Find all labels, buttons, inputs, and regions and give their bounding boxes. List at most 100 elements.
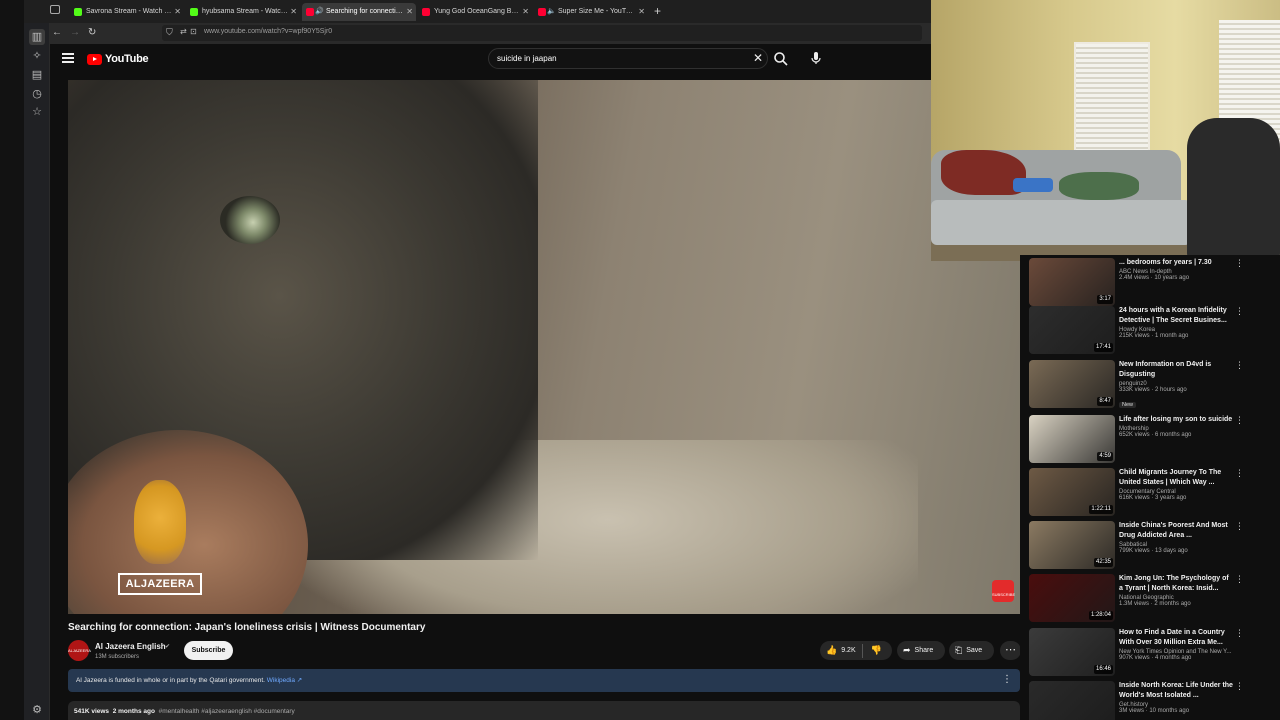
- history-icon[interactable]: ◷: [29, 86, 45, 102]
- tab-close-icon[interactable]: ✕: [174, 3, 181, 21]
- site-settings-icon[interactable]: ⇄: [180, 27, 187, 36]
- more-actions-button[interactable]: ⋯: [1000, 641, 1021, 660]
- description-box[interactable]: 541K views 2 months ago #mentalhealth #a…: [68, 701, 1020, 720]
- recommendation-title[interactable]: Child Migrants Journey To The United Sta…: [1119, 468, 1233, 488]
- reload-icon[interactable]: ↻: [88, 26, 96, 40]
- speaker-icon[interactable]: 🔈: [547, 3, 556, 21]
- more-vertical-icon[interactable]: ⋮: [1235, 468, 1244, 479]
- video-player[interactable]: ALJAZEERA SUBSCRIBE: [68, 80, 1020, 614]
- tab-title: hyubsama Stream - Watch Live: [202, 8, 288, 15]
- more-vertical-icon[interactable]: ⋮: [1002, 674, 1012, 685]
- more-vertical-icon[interactable]: ⋮: [1235, 521, 1244, 532]
- reading-list-icon[interactable]: ▤: [29, 67, 45, 83]
- microphone-icon[interactable]: [808, 50, 824, 66]
- recommendation-title[interactable]: Inside China's Poorest And Most Drug Add…: [1119, 521, 1233, 541]
- recommendation-item[interactable]: 42:35 Inside China's Poorest And Most Dru…: [1029, 521, 1279, 571]
- more-vertical-icon[interactable]: ⋮: [1235, 681, 1244, 692]
- url-field[interactable]: ⛉ ⇄ ⊡ www.youtube.com/watch?v=wpf90Y5Sjr…: [162, 25, 922, 41]
- recommendation-thumbnail[interactable]: 1:22:11: [1029, 468, 1115, 516]
- wikipedia-link[interactable]: Wikipedia ↗: [267, 677, 302, 684]
- dislike-button[interactable]: 👎: [863, 641, 882, 660]
- more-vertical-icon[interactable]: ⋮: [1235, 574, 1244, 585]
- tab-close-icon[interactable]: ✕: [522, 3, 529, 21]
- channel-name[interactable]: Al Jazeera English: [95, 642, 166, 651]
- recommendation-title[interactable]: How to Find a Date in a Country With Ove…: [1119, 628, 1233, 648]
- sidebar-toggle-icon[interactable]: ▥: [29, 29, 45, 45]
- ai-sparkle-icon[interactable]: ✧: [29, 48, 45, 64]
- tab-close-icon[interactable]: ✕: [290, 3, 297, 21]
- more-vertical-icon[interactable]: ⋮: [1235, 415, 1244, 426]
- recommendation-item[interactable]: 1:28:04 Kim Jong Un: The Psychology of a …: [1029, 574, 1279, 624]
- tab-hyubsama-stream[interactable]: hyubsama Stream - Watch Live ✕: [186, 3, 300, 21]
- tab-super-size-me[interactable]: 🔈 Super Size Me - YouTube ✕: [534, 3, 648, 21]
- recommendation-title[interactable]: ... bedrooms for years | 7.30: [1119, 258, 1233, 268]
- shield-icon[interactable]: ⛉: [166, 27, 173, 38]
- recommendation-item[interactable]: 8:47 New Information on D4vd is Disgustin…: [1029, 360, 1279, 410]
- recommendation-thumbnail[interactable]: 1:28:04: [1029, 574, 1115, 622]
- recommendation-item[interactable]: 17:41 24 hours with a Korean Infidelity D…: [1029, 306, 1279, 356]
- recommendation-thumbnail[interactable]: 16:46: [1029, 628, 1115, 676]
- tab-close-icon[interactable]: ✕: [638, 3, 645, 21]
- recommendation-info: Kim Jong Un: The Psychology of a Tyrant …: [1119, 574, 1233, 607]
- recommendation-item[interactable]: 16:46 How to Find a Date in a Country Wit…: [1029, 628, 1279, 678]
- thumbs-down-icon: 👎: [870, 645, 882, 655]
- recommendation-item[interactable]: 1:22:11 Child Migrants Journey To The Uni…: [1029, 468, 1279, 518]
- save-button[interactable]: ⎗ Save: [949, 641, 994, 660]
- recommendation-title[interactable]: Kim Jong Un: The Psychology of a Tyrant …: [1119, 574, 1233, 594]
- back-arrow-icon[interactable]: ←: [52, 26, 62, 40]
- tab-yung-god[interactable]: Yung God OceanGang Based F ✕: [418, 3, 532, 21]
- recommendation-meta: 799K views · 13 days ago: [1119, 548, 1188, 554]
- more-vertical-icon[interactable]: ⋮: [1235, 628, 1244, 639]
- recommendation-title[interactable]: 24 hours with a Korean Infidelity Detect…: [1119, 306, 1233, 326]
- video-title: Searching for connection: Japan's loneli…: [68, 622, 426, 633]
- subscribe-button[interactable]: Subscribe: [184, 641, 233, 660]
- menu-hamburger-icon[interactable]: [62, 53, 74, 63]
- clear-search-icon[interactable]: ✕: [753, 51, 763, 65]
- cam-blue-object: [1013, 178, 1053, 192]
- hashtags[interactable]: #mentalhealth #aljazeeraenglish #documen…: [159, 708, 295, 715]
- recommendation-info: New Information on D4vd is Disgusting pen…: [1119, 360, 1233, 411]
- window-menu-icon[interactable]: [50, 5, 60, 14]
- recommendation-thumbnail[interactable]: 4:59: [1029, 415, 1115, 463]
- tab-savrona-stream[interactable]: Savrona Stream - Watch Live o ✕: [70, 3, 184, 21]
- recommendation-item[interactable]: 4:59 Life after losing my son to suicide M…: [1029, 415, 1279, 465]
- channel-avatar[interactable]: ALJAZEERA: [68, 640, 91, 661]
- recommendation-thumbnail[interactable]: 17:41: [1029, 306, 1115, 354]
- tab-close-icon[interactable]: ✕: [406, 3, 413, 21]
- video-duration: 17:41: [1093, 343, 1113, 352]
- recommendation-meta: 2.4M views · 10 years ago: [1119, 275, 1190, 281]
- recommendation-title[interactable]: Life after losing my son to suicide: [1119, 415, 1233, 425]
- more-vertical-icon[interactable]: ⋮: [1235, 258, 1244, 269]
- webcam-overlay: [931, 0, 1280, 261]
- recommendation-title[interactable]: New Information on D4vd is Disgusting: [1119, 360, 1233, 380]
- settings-gear-icon[interactable]: ⚙: [29, 702, 45, 718]
- youtube-favicon-icon: [306, 8, 314, 16]
- forward-arrow-icon[interactable]: →: [70, 26, 80, 40]
- recommendation-thumbnail[interactable]: [1029, 681, 1115, 720]
- speaker-icon[interactable]: 🔊: [315, 3, 324, 21]
- recommendation-thumbnail[interactable]: 42:35: [1029, 521, 1115, 569]
- bookmarks-icon[interactable]: ☆: [29, 104, 45, 120]
- recommendation-item[interactable]: 3:17 ... bedrooms for years | 7.30 ABC New…: [1029, 258, 1279, 308]
- more-vertical-icon[interactable]: ⋮: [1235, 306, 1244, 317]
- new-badge: New: [1119, 402, 1137, 408]
- share-button[interactable]: ➦ Share: [897, 641, 945, 660]
- save-label: Save: [966, 647, 983, 654]
- recommendation-meta: 215K views · 1 month ago: [1119, 333, 1189, 339]
- video-duration: 1:22:11: [1089, 505, 1113, 514]
- new-tab-button[interactable]: +: [654, 3, 661, 19]
- subscribe-watermark[interactable]: SUBSCRIBE: [992, 580, 1015, 602]
- recommendation-thumbnail[interactable]: 3:17: [1029, 258, 1115, 306]
- youtube-logo[interactable]: YouTube: [87, 53, 149, 65]
- search-input[interactable]: suicide in jaapan ✕: [488, 48, 768, 69]
- tab-searching-for-connection[interactable]: 🔊 Searching for connection: J ✕: [302, 3, 416, 21]
- more-vertical-icon[interactable]: ⋮: [1235, 360, 1244, 371]
- like-button[interactable]: 👍 9.2K: [820, 643, 863, 658]
- recommendation-title[interactable]: Inside North Korea: Life Under the World…: [1119, 681, 1233, 701]
- video-duration: 3:17: [1097, 295, 1113, 304]
- permissions-icon[interactable]: ⊡: [190, 27, 197, 36]
- kick-favicon-icon: [190, 8, 198, 16]
- recommendation-thumbnail[interactable]: 8:47: [1029, 360, 1115, 408]
- search-icon[interactable]: [773, 51, 789, 67]
- recommendation-item[interactable]: Inside North Korea: Life Under the World…: [1029, 681, 1279, 720]
